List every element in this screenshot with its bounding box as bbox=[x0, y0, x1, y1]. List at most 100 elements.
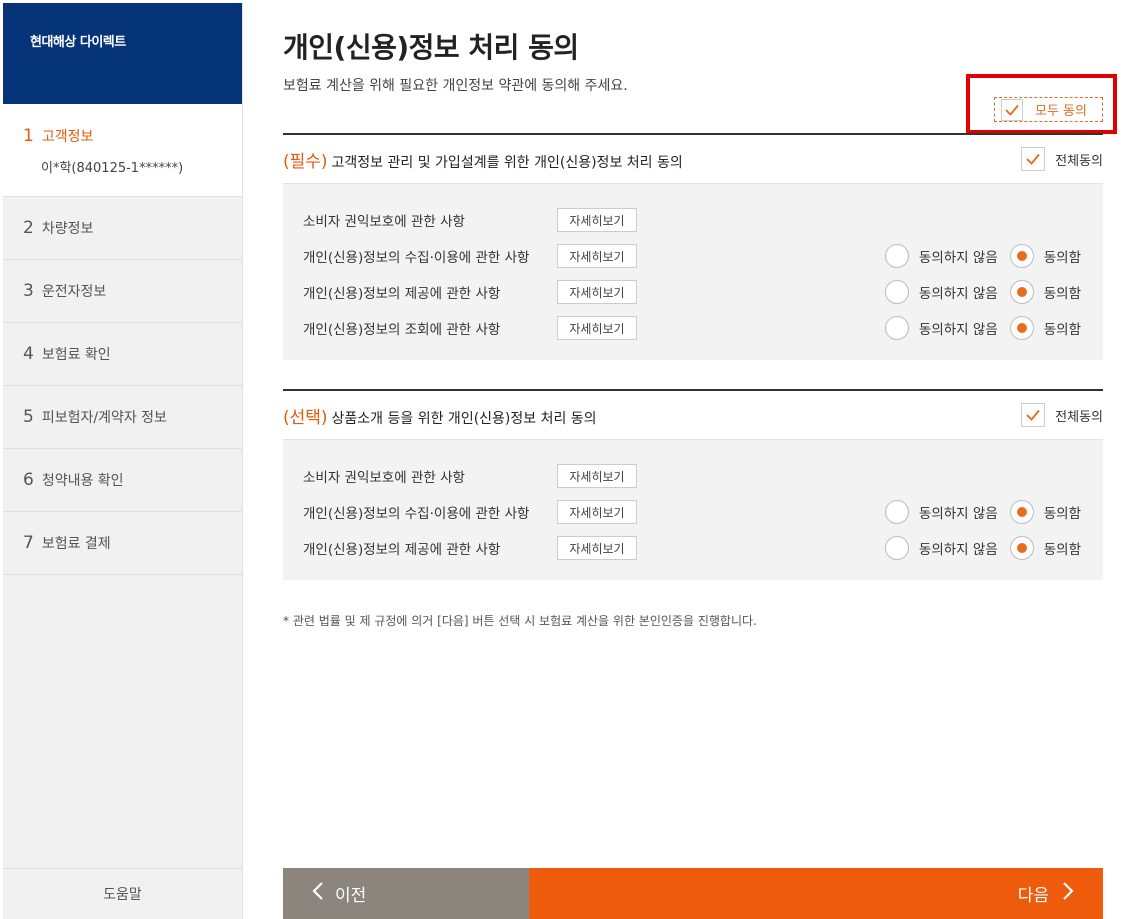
section-body: 소비자 권익보호에 관한 사항 자세히보기 개인(신용)정보의 수집·이용에 관… bbox=[283, 183, 1103, 360]
agree-radio[interactable] bbox=[1009, 280, 1034, 304]
agree-radio[interactable] bbox=[1009, 536, 1034, 560]
consent-item-label: 개인(신용)정보의 수집·이용에 관한 사항 bbox=[303, 506, 530, 522]
disagree-radio[interactable] bbox=[884, 500, 909, 524]
disagree-label: 동의하지 않음 bbox=[918, 506, 998, 522]
consent-radio-group: 동의하지 않음 동의함 bbox=[884, 280, 1083, 304]
consent-item: 개인(신용)정보의 제공에 관한 사항 자세히보기 동의하지 않음 동의함 bbox=[303, 274, 1083, 310]
consent-item-label: 개인(신용)정보의 제공에 관한 사항 bbox=[303, 286, 501, 302]
agree-label: 동의함 bbox=[1043, 542, 1081, 558]
view-detail-button[interactable]: 자세히보기 bbox=[557, 244, 637, 268]
page-title: 개인(신용)정보 처리 동의 bbox=[283, 31, 579, 64]
step-label: 차량정보 bbox=[41, 221, 94, 237]
step-application-review[interactable]: 6 청약내용 확인 bbox=[3, 449, 242, 512]
consent-item-label: 개인(신용)정보의 수집·이용에 관한 사항 bbox=[303, 250, 530, 266]
help-button[interactable]: 도움말 bbox=[3, 868, 242, 919]
consent-item-label: 개인(신용)정보의 조회에 관한 사항 bbox=[303, 322, 501, 338]
agree-label: 동의함 bbox=[1043, 250, 1081, 266]
verification-note: * 관련 법률 및 제 규정에 의거 [다음] 버튼 선택 시 보험료 계산을 … bbox=[283, 614, 757, 628]
optional-tag: (선택) bbox=[283, 407, 328, 428]
radio-selected-dot bbox=[1016, 543, 1027, 553]
prev-button[interactable]: 이전 bbox=[283, 868, 529, 919]
step-insured-contractor-info[interactable]: 5 피보험자/계약자 정보 bbox=[3, 386, 242, 449]
next-label: 다음 bbox=[1017, 886, 1049, 906]
view-detail-button[interactable]: 자세히보기 bbox=[557, 536, 637, 560]
section-agree-all-label: 전체동의 bbox=[1055, 409, 1103, 425]
agree-radio[interactable] bbox=[1009, 244, 1034, 268]
required-tag: (필수) bbox=[283, 151, 328, 172]
consent-item: 개인(신용)정보의 조회에 관한 사항 자세히보기 동의하지 않음 동의함 bbox=[303, 310, 1083, 346]
section-title: (필수) 고객정보 관리 및 가입설계를 위한 개인(신용)정보 처리 동의 bbox=[283, 147, 683, 172]
disagree-label: 동의하지 않음 bbox=[918, 542, 998, 558]
step-number: 2 bbox=[23, 218, 34, 238]
page-subtitle: 보험료 계산을 위해 필요한 개인정보 약관에 동의해 주세요. bbox=[283, 78, 628, 94]
step-label: 청약내용 확인 bbox=[41, 473, 124, 489]
step-label: 보험료 확인 bbox=[41, 347, 111, 363]
step-payment[interactable]: 7 보험료 결제 bbox=[3, 512, 242, 575]
section-header: (선택) 상품소개 등을 위한 개인(신용)정보 처리 동의 전체동의 bbox=[283, 389, 1103, 439]
brand-subtitle: 현대해상 다이렉트 bbox=[30, 35, 126, 50]
sidebar: 현대해상 다이렉트 자동차보험 1 고객정보 이*학(840125-1*****… bbox=[3, 3, 371, 919]
section-title-text: 고객정보 관리 및 가입설계를 위한 개인(신용)정보 처리 동의 bbox=[331, 154, 683, 171]
consent-item-label: 소비자 권익보호에 관한 사항 bbox=[303, 214, 465, 230]
disagree-label: 동의하지 않음 bbox=[918, 322, 998, 338]
step-label: 운전자정보 bbox=[41, 284, 107, 300]
step-number: 5 bbox=[23, 407, 34, 427]
agree-radio[interactable] bbox=[1009, 500, 1034, 524]
prev-label: 이전 bbox=[335, 886, 367, 906]
consent-item: 개인(신용)정보의 수집·이용에 관한 사항 자세히보기 동의하지 않음 동의함 bbox=[303, 494, 1083, 530]
check-icon bbox=[1001, 98, 1023, 121]
chevron-right-icon bbox=[1061, 881, 1075, 906]
footer-nav: 이전 다음 bbox=[283, 868, 1103, 919]
step-customer-info[interactable]: 1 고객정보 이*학(840125-1******) bbox=[3, 104, 242, 197]
radio-selected-dot bbox=[1016, 251, 1027, 261]
view-detail-button[interactable]: 자세히보기 bbox=[557, 500, 637, 524]
disagree-label: 동의하지 않음 bbox=[918, 250, 998, 266]
radio-selected-dot bbox=[1016, 287, 1027, 297]
disagree-radio[interactable] bbox=[884, 244, 909, 268]
section-title-text: 상품소개 등을 위한 개인(신용)정보 처리 동의 bbox=[331, 410, 597, 427]
consent-radio-group: 동의하지 않음 동의함 bbox=[884, 536, 1083, 560]
consent-item: 개인(신용)정보의 수집·이용에 관한 사항 자세히보기 동의하지 않음 동의함 bbox=[303, 238, 1083, 274]
agree-label: 동의함 bbox=[1043, 286, 1081, 302]
check-icon bbox=[1021, 403, 1046, 427]
chevron-left-icon bbox=[311, 881, 325, 906]
view-detail-button[interactable]: 자세히보기 bbox=[557, 208, 637, 232]
next-button[interactable]: 다음 bbox=[529, 868, 1103, 919]
section-agree-all-checkbox[interactable]: 전체동의 bbox=[1021, 147, 1103, 171]
all-agree-checkbox[interactable]: 모두 동의 bbox=[994, 97, 1103, 122]
disagree-radio[interactable] bbox=[884, 536, 909, 560]
consent-radio-group: 동의하지 않음 동의함 bbox=[884, 500, 1083, 524]
consent-item-label: 소비자 권익보호에 관한 사항 bbox=[303, 470, 465, 486]
all-agree-label: 모두 동의 bbox=[1035, 104, 1087, 119]
disagree-label: 동의하지 않음 bbox=[918, 286, 998, 302]
step-label: 피보험자/계약자 정보 bbox=[41, 410, 167, 426]
consent-item: 소비자 권익보호에 관한 사항 자세히보기 bbox=[303, 202, 1083, 238]
step-vehicle-info[interactable]: 2 차량정보 bbox=[3, 197, 242, 260]
view-detail-button[interactable]: 자세히보기 bbox=[557, 464, 637, 488]
view-detail-button[interactable]: 자세히보기 bbox=[557, 280, 637, 304]
required-consent-section: (필수) 고객정보 관리 및 가입설계를 위한 개인(신용)정보 처리 동의 전체… bbox=[283, 133, 1103, 360]
step-number: 7 bbox=[23, 533, 34, 553]
step-premium-check[interactable]: 4 보험료 확인 bbox=[3, 323, 242, 386]
step-number: 1 bbox=[23, 126, 34, 146]
section-agree-all-label: 전체동의 bbox=[1055, 153, 1103, 169]
section-body: 소비자 권익보호에 관한 사항 자세히보기 개인(신용)정보의 수집·이용에 관… bbox=[283, 439, 1103, 580]
consent-item-label: 개인(신용)정보의 제공에 관한 사항 bbox=[303, 542, 501, 558]
agree-label: 동의함 bbox=[1043, 322, 1081, 338]
check-icon bbox=[1021, 147, 1046, 171]
consent-item: 소비자 권익보호에 관한 사항 자세히보기 bbox=[303, 458, 1083, 494]
disagree-radio[interactable] bbox=[884, 280, 909, 304]
brand-header: 현대해상 다이렉트 자동차보험 bbox=[3, 3, 371, 104]
consent-radio-group: 동의하지 않음 동의함 bbox=[884, 316, 1083, 340]
step-driver-info[interactable]: 3 운전자정보 bbox=[3, 260, 242, 323]
section-agree-all-checkbox[interactable]: 전체동의 bbox=[1021, 403, 1103, 427]
disagree-radio[interactable] bbox=[884, 316, 909, 340]
consent-radio-group: 동의하지 않음 동의함 bbox=[884, 244, 1083, 268]
step-label: 보험료 결제 bbox=[41, 536, 111, 552]
step-number: 4 bbox=[23, 344, 34, 364]
step-label: 고객정보 bbox=[41, 129, 94, 145]
agree-radio[interactable] bbox=[1009, 316, 1034, 340]
radio-selected-dot bbox=[1016, 323, 1027, 333]
section-header: (필수) 고객정보 관리 및 가입설계를 위한 개인(신용)정보 처리 동의 전체… bbox=[283, 133, 1103, 183]
view-detail-button[interactable]: 자세히보기 bbox=[557, 316, 637, 340]
